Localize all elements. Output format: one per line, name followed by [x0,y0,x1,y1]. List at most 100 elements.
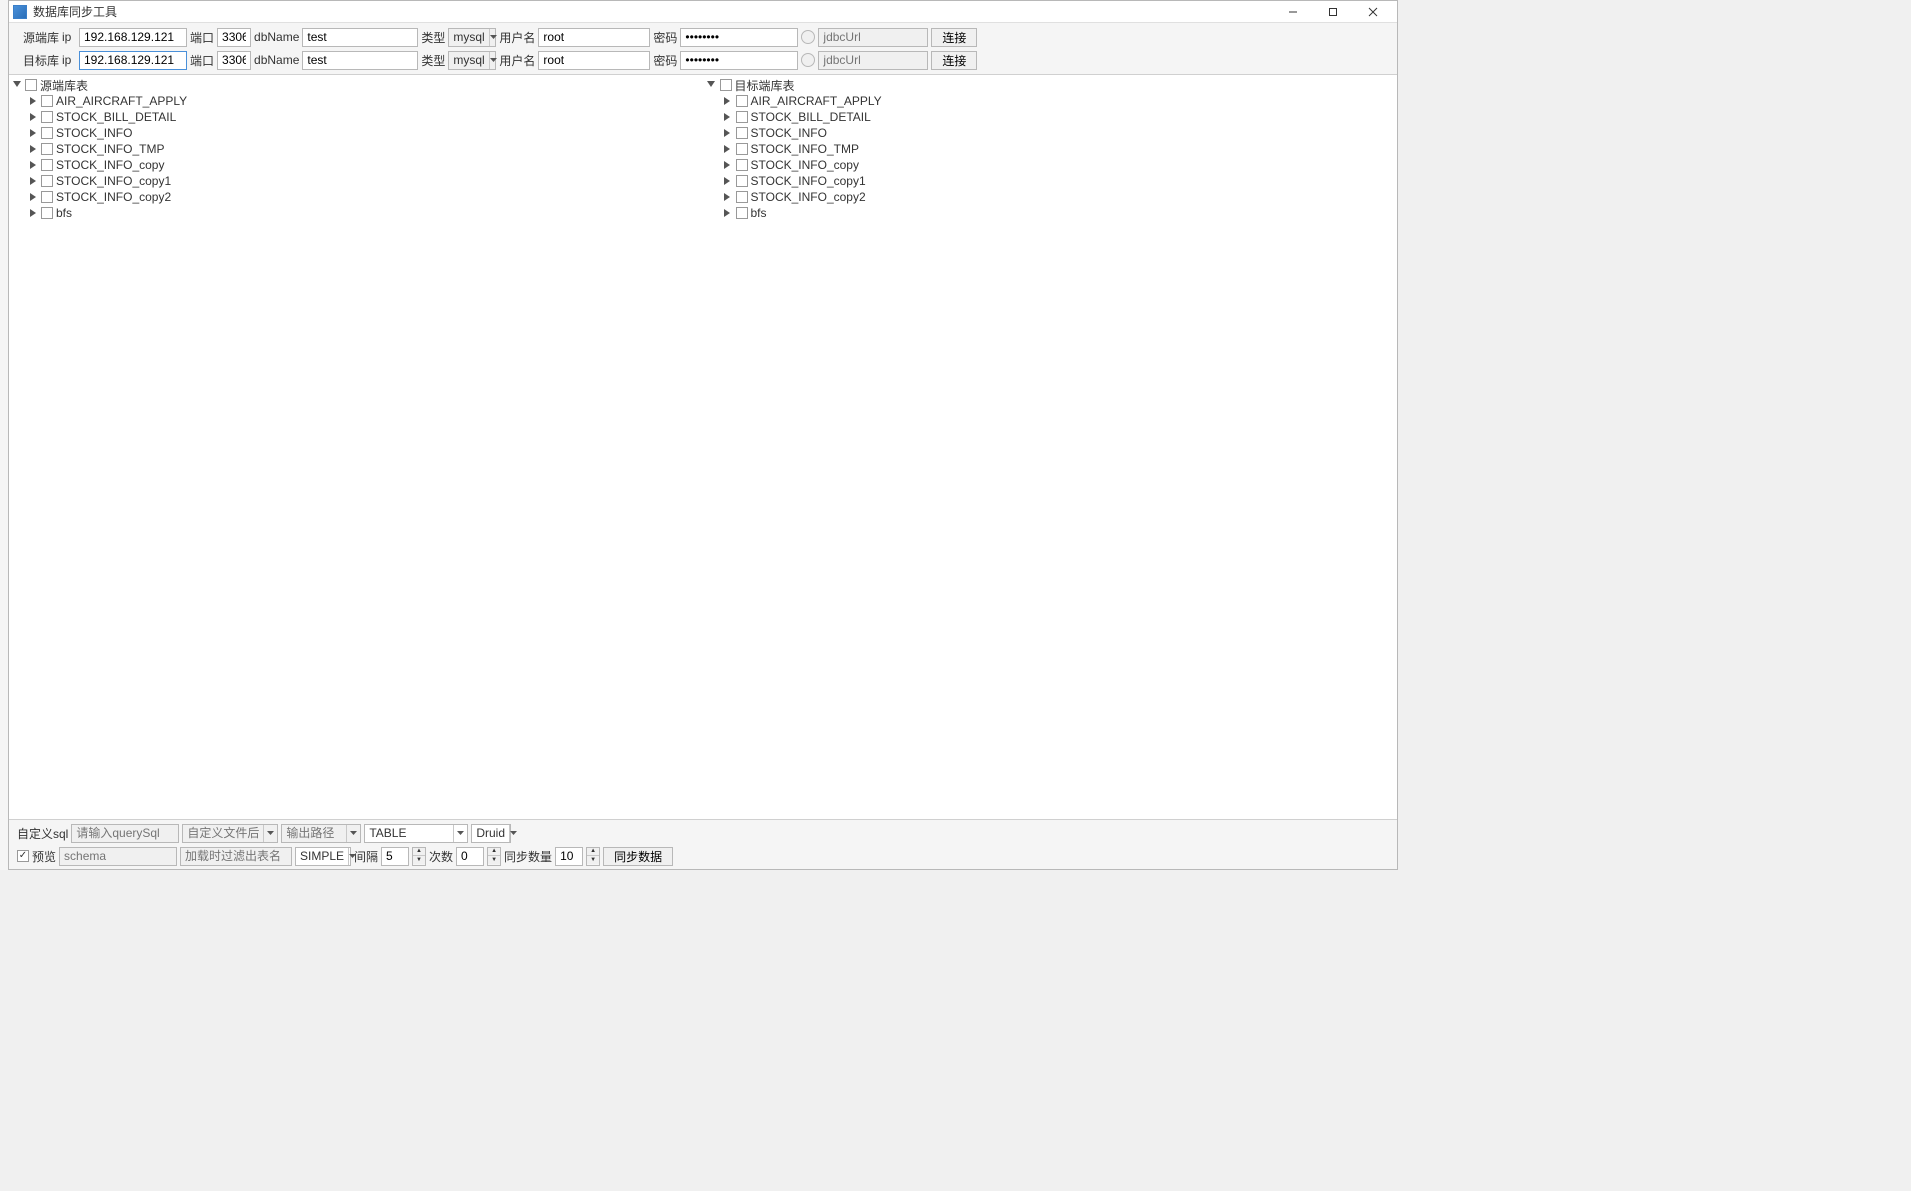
target-tree-item[interactable]: STOCK_BILL_DETAIL [704,109,1398,125]
target-type-select[interactable]: mysql [448,51,496,70]
target-tree-item[interactable]: STOCK_INFO_copy1 [704,173,1398,189]
tree-checkbox[interactable] [41,111,53,123]
target-user-input[interactable] [538,51,650,70]
tree-checkbox[interactable] [720,79,732,91]
tree-checkbox[interactable] [41,191,53,203]
source-tree-panel: 源端库表AIR_AIRCRAFT_APPLYSTOCK_BILL_DETAILS… [9,75,704,819]
filter-table-input[interactable] [180,847,292,866]
tree-checkbox[interactable] [736,175,748,187]
tree-checkbox[interactable] [736,143,748,155]
close-button[interactable] [1353,1,1393,23]
tree-checkbox[interactable] [41,95,53,107]
schema-input[interactable] [59,847,177,866]
maximize-button[interactable] [1313,1,1353,23]
mode-value: SIMPLE [296,849,348,863]
target-tree-item[interactable]: AIR_AIRCRAFT_APPLY [704,93,1398,109]
target-tree-item[interactable]: STOCK_INFO_TMP [704,141,1398,157]
expander-closed-icon[interactable] [27,192,38,203]
target-tree-item[interactable]: STOCK_INFO_copy [704,157,1398,173]
expander-closed-icon[interactable] [27,96,38,107]
target-dbname-input[interactable] [302,51,418,70]
tree-checkbox[interactable] [736,191,748,203]
tree-checkbox[interactable] [25,79,37,91]
sync-count-input[interactable] [555,847,583,866]
tree-checkbox[interactable] [41,127,53,139]
suffix-input[interactable] [183,825,263,842]
interval-input[interactable] [381,847,409,866]
source-type-select[interactable]: mysql [448,28,496,47]
target-connect-button[interactable]: 连接 [931,51,977,70]
expander-open-icon[interactable] [706,80,717,91]
tree-checkbox[interactable] [736,207,748,219]
expander-closed-icon[interactable] [27,144,38,155]
source-pwd-input[interactable] [680,28,798,47]
sync-count-label: 同步数量 [504,848,552,865]
expander-closed-icon[interactable] [27,160,38,171]
expander-closed-icon[interactable] [722,160,733,171]
tree-checkbox[interactable] [736,95,748,107]
source-tree-item[interactable]: STOCK_INFO [9,125,703,141]
export-type-select[interactable]: TABLE [364,824,468,843]
tree-item-label: STOCK_INFO [751,126,827,140]
source-jdbc-input[interactable] [818,28,928,47]
tree-checkbox[interactable] [41,143,53,155]
minimize-button[interactable] [1273,1,1313,23]
target-tree-item[interactable]: STOCK_INFO_copy2 [704,189,1398,205]
preview-checkbox[interactable] [17,850,29,862]
source-tree-item[interactable]: STOCK_INFO_copy2 [9,189,703,205]
source-tree-item[interactable]: STOCK_INFO_copy1 [9,173,703,189]
tree-checkbox[interactable] [736,127,748,139]
expander-closed-icon[interactable] [722,144,733,155]
source-tree-item[interactable]: STOCK_BILL_DETAIL [9,109,703,125]
source-tree-item[interactable]: bfs [9,205,703,221]
interval-spinner[interactable]: ▲▼ [412,847,426,866]
bottom-row-1: 自定义sql TABLE Druid [17,823,1389,843]
expander-closed-icon[interactable] [722,96,733,107]
expander-closed-icon[interactable] [27,208,38,219]
tree-checkbox[interactable] [41,207,53,219]
source-tree-item[interactable]: STOCK_INFO_copy [9,157,703,173]
target-tree-item[interactable]: STOCK_INFO [704,125,1398,141]
tree-checkbox[interactable] [41,175,53,187]
expander-open-icon[interactable] [11,80,22,91]
times-spinner[interactable]: ▲▼ [487,847,501,866]
output-path-select[interactable] [281,824,361,843]
source-port-input[interactable] [217,28,251,47]
source-connect-button[interactable]: 连接 [931,28,977,47]
output-path-input[interactable] [282,825,346,842]
target-jdbc-input[interactable] [818,51,928,70]
tree-checkbox[interactable] [736,159,748,171]
target-tree-item[interactable]: bfs [704,205,1398,221]
suffix-select[interactable] [182,824,278,843]
connection-panel: 源端库 ip 端口 dbName 类型 mysql 用户名 密码 连接 目标库 … [9,23,1397,75]
expander-closed-icon[interactable] [722,208,733,219]
source-tree-root[interactable]: 源端库表 [9,77,703,93]
expander-closed-icon[interactable] [722,192,733,203]
expander-closed-icon[interactable] [27,176,38,187]
mode-select[interactable]: SIMPLE [295,847,351,866]
chevron-down-icon [263,825,277,842]
query-sql-input[interactable] [71,824,179,843]
source-tree-item[interactable]: AIR_AIRCRAFT_APPLY [9,93,703,109]
target-tree-root[interactable]: 目标端库表 [704,77,1398,93]
expander-closed-icon[interactable] [722,112,733,123]
expander-closed-icon[interactable] [27,112,38,123]
target-ip-input[interactable] [79,51,187,70]
sync-data-button[interactable]: 同步数据 [603,847,673,866]
expander-closed-icon[interactable] [722,176,733,187]
expander-closed-icon[interactable] [722,128,733,139]
target-port-input[interactable] [217,51,251,70]
times-input[interactable] [456,847,484,866]
target-pwd-input[interactable] [680,51,798,70]
pool-select[interactable]: Druid [471,824,511,843]
sync-count-spinner[interactable]: ▲▼ [586,847,600,866]
target-pwd-toggle[interactable] [801,53,815,67]
source-pwd-toggle[interactable] [801,30,815,44]
tree-checkbox[interactable] [736,111,748,123]
tree-checkbox[interactable] [41,159,53,171]
source-tree-item[interactable]: STOCK_INFO_TMP [9,141,703,157]
source-user-input[interactable] [538,28,650,47]
expander-closed-icon[interactable] [27,128,38,139]
source-ip-input[interactable] [79,28,187,47]
source-dbname-input[interactable] [302,28,418,47]
